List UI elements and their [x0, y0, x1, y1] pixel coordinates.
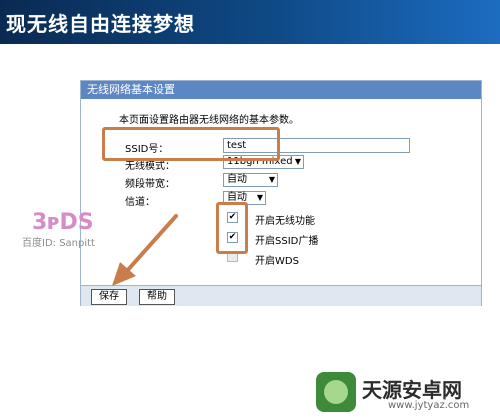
brand-url: www.jytyaz.com	[388, 400, 470, 411]
annotation-arrow-icon	[112, 214, 178, 286]
watermark-caption: 百度ID: Sanpitt	[22, 238, 95, 249]
brand-logo-icon	[316, 372, 356, 412]
watermark: 3ᴘDS 百度ID: Sanpitt	[22, 210, 118, 249]
brand-watermark: 天源安卓网 www.jytyaz.com	[316, 372, 496, 412]
brand-name: 天源安卓网	[362, 378, 462, 402]
watermark-logo-icon: 3ᴘDS	[32, 210, 94, 235]
